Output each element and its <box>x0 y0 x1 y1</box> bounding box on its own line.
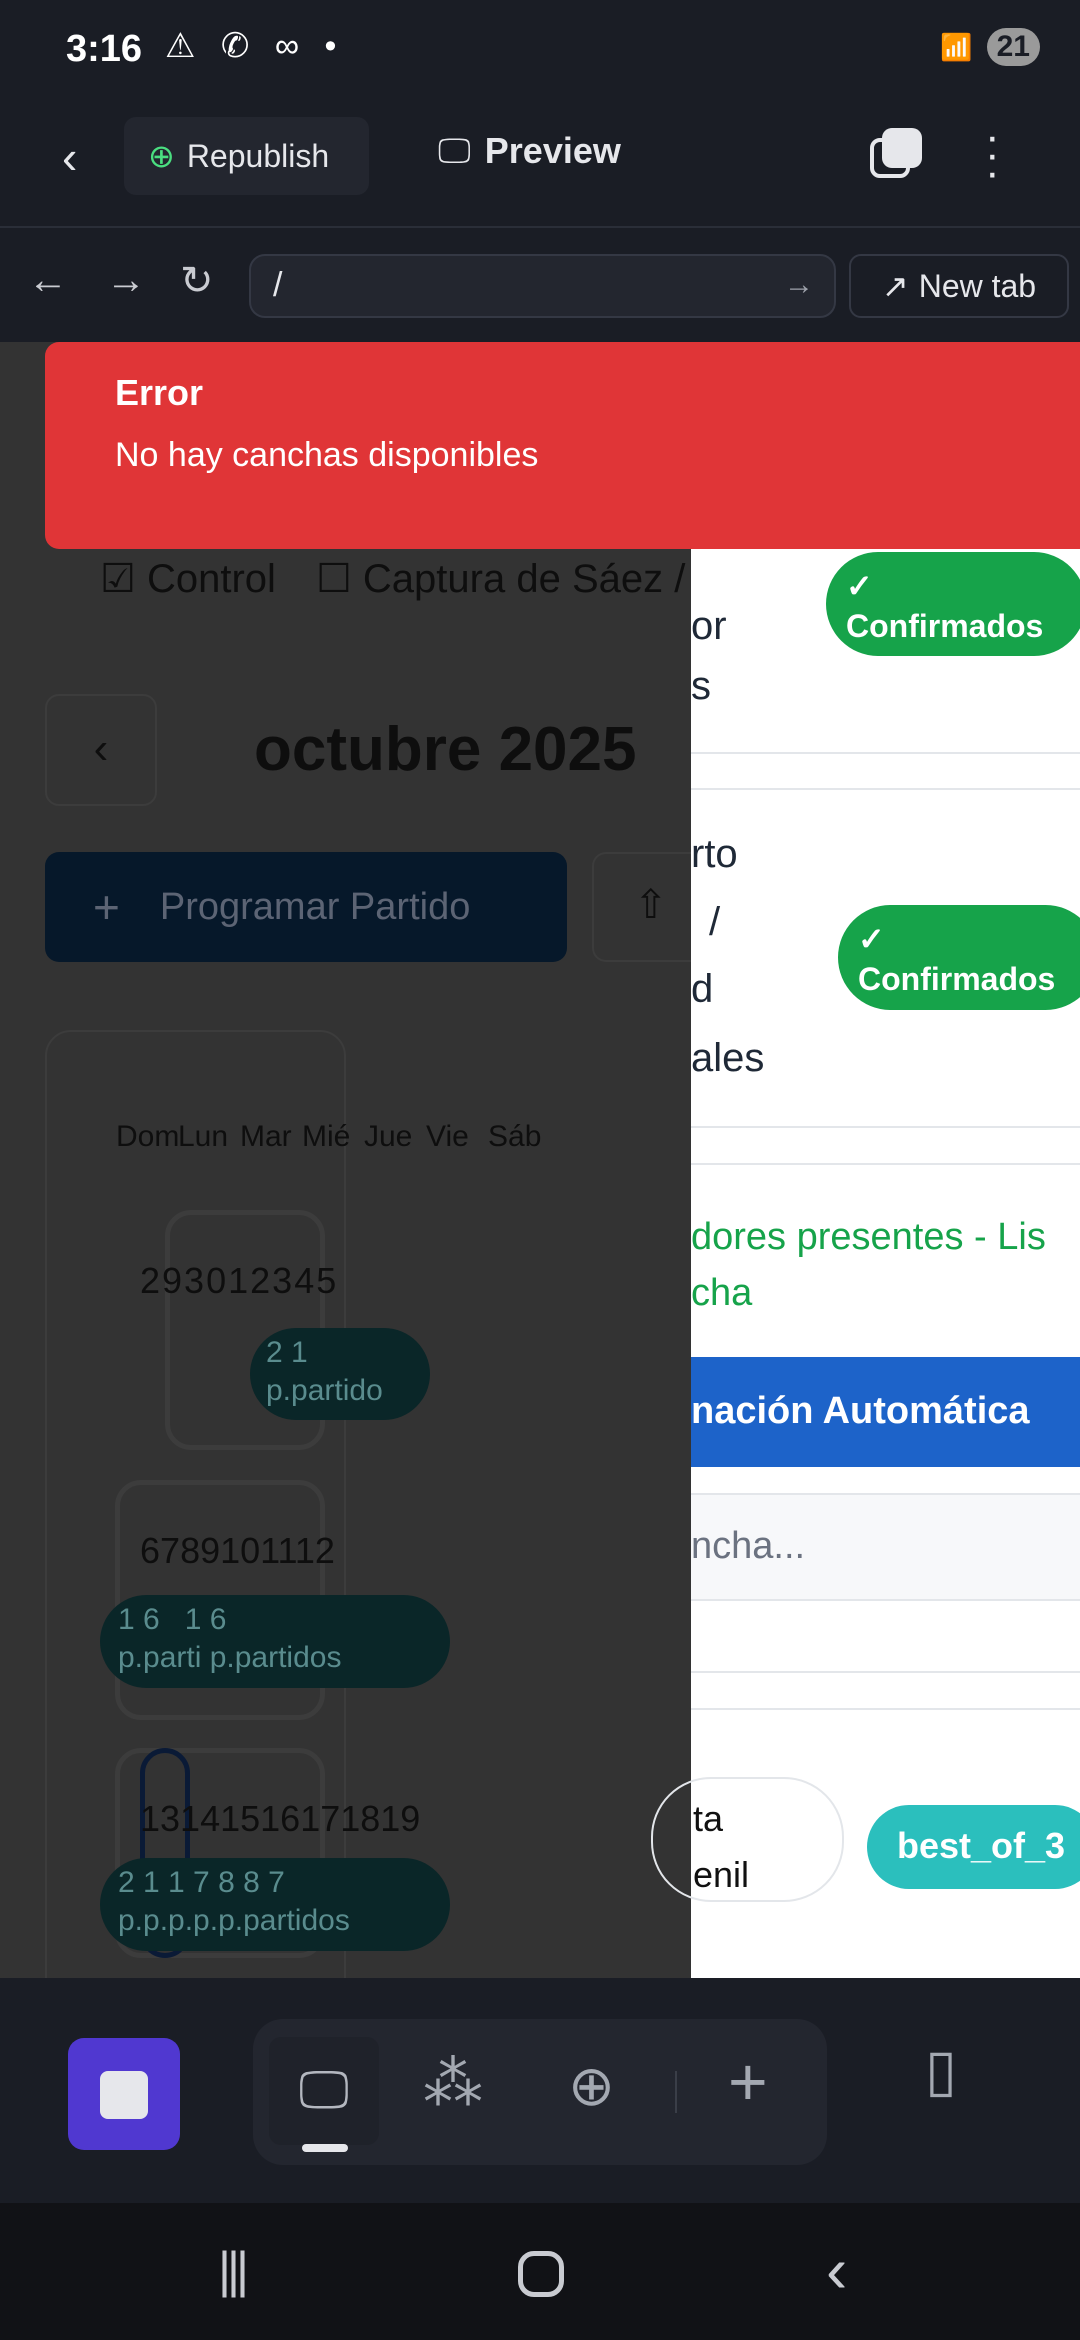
row1-text: or <box>691 604 727 648</box>
back-icon[interactable]: ‹ <box>62 130 77 184</box>
players-present-text: dores presentes - Lis <box>691 1216 1046 1258</box>
monitor-icon: 🖵 <box>438 131 471 170</box>
globe-upload-icon: ⊕ <box>148 138 175 174</box>
active-indicator <box>302 2144 348 2152</box>
program-match-label: Programar Partido <box>159 885 471 928</box>
row2-text: d <box>691 967 714 1011</box>
back-arrow-icon[interactable]: ← <box>28 258 68 303</box>
upload-icon: ⇧ <box>634 883 668 927</box>
divider <box>691 1126 1080 1128</box>
status-bar: 3:16 ⚠ ✆ ∞ • 📶 21 <box>0 0 1080 100</box>
go-arrow-icon[interactable]: → <box>784 268 814 302</box>
week-row: 293012345 2 1 p.partido <box>140 1210 430 1450</box>
match-count-badge[interactable]: 2 1 p.partido <box>250 1328 430 1420</box>
bottom-app-bar: 🖵 ⁂ ⊕ + ▯ <box>0 1978 1080 2203</box>
filter-captura[interactable]: ☐ Captura de Sáez / <box>316 556 685 602</box>
divider <box>691 788 1080 790</box>
forward-arrow-icon[interactable]: → <box>106 258 146 303</box>
program-match-button[interactable]: + Programar Partido <box>45 852 567 962</box>
back-nav-icon[interactable]: ‹ <box>826 2233 847 2307</box>
error-toast[interactable]: Error No hay canchas disponibles <box>45 342 1080 549</box>
add-tool-icon[interactable]: + <box>728 2043 768 2121</box>
home-icon[interactable] <box>518 2251 564 2297</box>
divider <box>675 2071 677 2113</box>
match-count-badge[interactable]: 1 6 1 6 p.parti p.partidos <box>100 1595 450 1688</box>
row2-text: ales <box>691 1036 765 1080</box>
confirmed-badge: ✓ Confirmados <box>826 552 1080 656</box>
plus-icon: + <box>93 881 120 933</box>
row1-text: s <box>691 664 711 708</box>
recents-icon[interactable]: ||| <box>218 2241 249 2299</box>
divider <box>691 1163 1080 1165</box>
week-row: 6789101112 1 6 1 6 p.parti p.partidos <box>100 1480 450 1720</box>
more-options-icon[interactable]: · · · <box>985 115 1000 195</box>
notification-icons: ⚠ ✆ ∞ • <box>165 27 345 65</box>
stop-button[interactable] <box>68 2038 180 2150</box>
row2-text: rto <box>691 832 738 876</box>
republish-label: Republish <box>186 137 330 174</box>
week-row: 13141516171819 2 1 1 7 8 8 7 p.p.p.p.p.pa… <box>100 1748 450 1978</box>
status-time: 3:16 <box>66 28 143 70</box>
players-present-text-2: cha <box>691 1272 753 1314</box>
app-header: ‹ ⊕ Republish 🖵 Preview · · · <box>0 100 1080 228</box>
preview-label: Preview <box>484 130 621 171</box>
divider <box>691 1708 1080 1710</box>
month-title: octubre 2025 <box>254 715 637 784</box>
tabs-icon[interactable] <box>870 128 922 180</box>
url-text: / <box>273 266 283 304</box>
filter-checkboxes: ☑ Control ☐ Captura de Sáez / <box>100 556 685 602</box>
format-pill: best_of_3 <box>867 1805 1080 1889</box>
court-select[interactable]: ncha... <box>691 1493 1080 1601</box>
export-button[interactable]: ⇧ <box>592 852 691 962</box>
device-toggle-icon[interactable]: ▯ <box>925 2036 957 2104</box>
divider <box>691 752 1080 754</box>
publish-tool-icon[interactable]: ⊕ <box>568 2053 615 2119</box>
filter-control[interactable]: ☑ Control <box>100 556 276 602</box>
match-detail-panel: or s ✓ Confirmados rto / d ales ✓ Confir… <box>651 342 1080 1978</box>
preview-tool-monitor-icon[interactable]: 🖵 <box>269 2037 379 2145</box>
system-nav-bar: ||| ‹ <box>0 2203 1080 2340</box>
toast-title: Error <box>115 372 204 413</box>
match-count-badge[interactable]: 2 1 1 7 8 8 7 p.p.p.p.p.partidos <box>100 1858 450 1951</box>
external-link-icon: ↗ <box>881 268 909 304</box>
url-input[interactable]: / → <box>249 254 836 318</box>
republish-button[interactable]: ⊕ Republish <box>124 117 369 195</box>
category-pill: ta enil <box>651 1777 844 1902</box>
toast-message: No hay canchas disponibles <box>115 436 539 474</box>
agent-tool-icon[interactable]: ⁂ <box>423 2049 483 2119</box>
reload-icon[interactable]: ↻ <box>180 258 214 304</box>
preview-tab[interactable]: 🖵 Preview <box>438 130 621 172</box>
new-tab-button[interactable]: ↗ New tab <box>849 254 1069 318</box>
row2-text: / <box>709 900 721 944</box>
confirmed-badge: ✓ Confirmados <box>838 905 1080 1010</box>
divider <box>691 1671 1080 1673</box>
preview-page: ☑ Control ☐ Captura de Sáez / ‹ octubre … <box>0 342 1080 1978</box>
stop-icon <box>100 2071 148 2119</box>
new-tab-label: New tab <box>918 267 1037 304</box>
wifi-icon: 📶 <box>940 31 973 62</box>
prev-month-button[interactable]: ‹ <box>45 694 157 806</box>
weekday-header: Dom Lun Mar Mié Jue Vie Sáb <box>116 1120 542 1153</box>
auto-assign-button[interactable]: nación Automática <box>691 1357 1080 1467</box>
battery-indicator: 21 <box>986 28 1040 66</box>
browser-toolbar: ← → ↻ / → ↗ New tab <box>0 228 1080 342</box>
